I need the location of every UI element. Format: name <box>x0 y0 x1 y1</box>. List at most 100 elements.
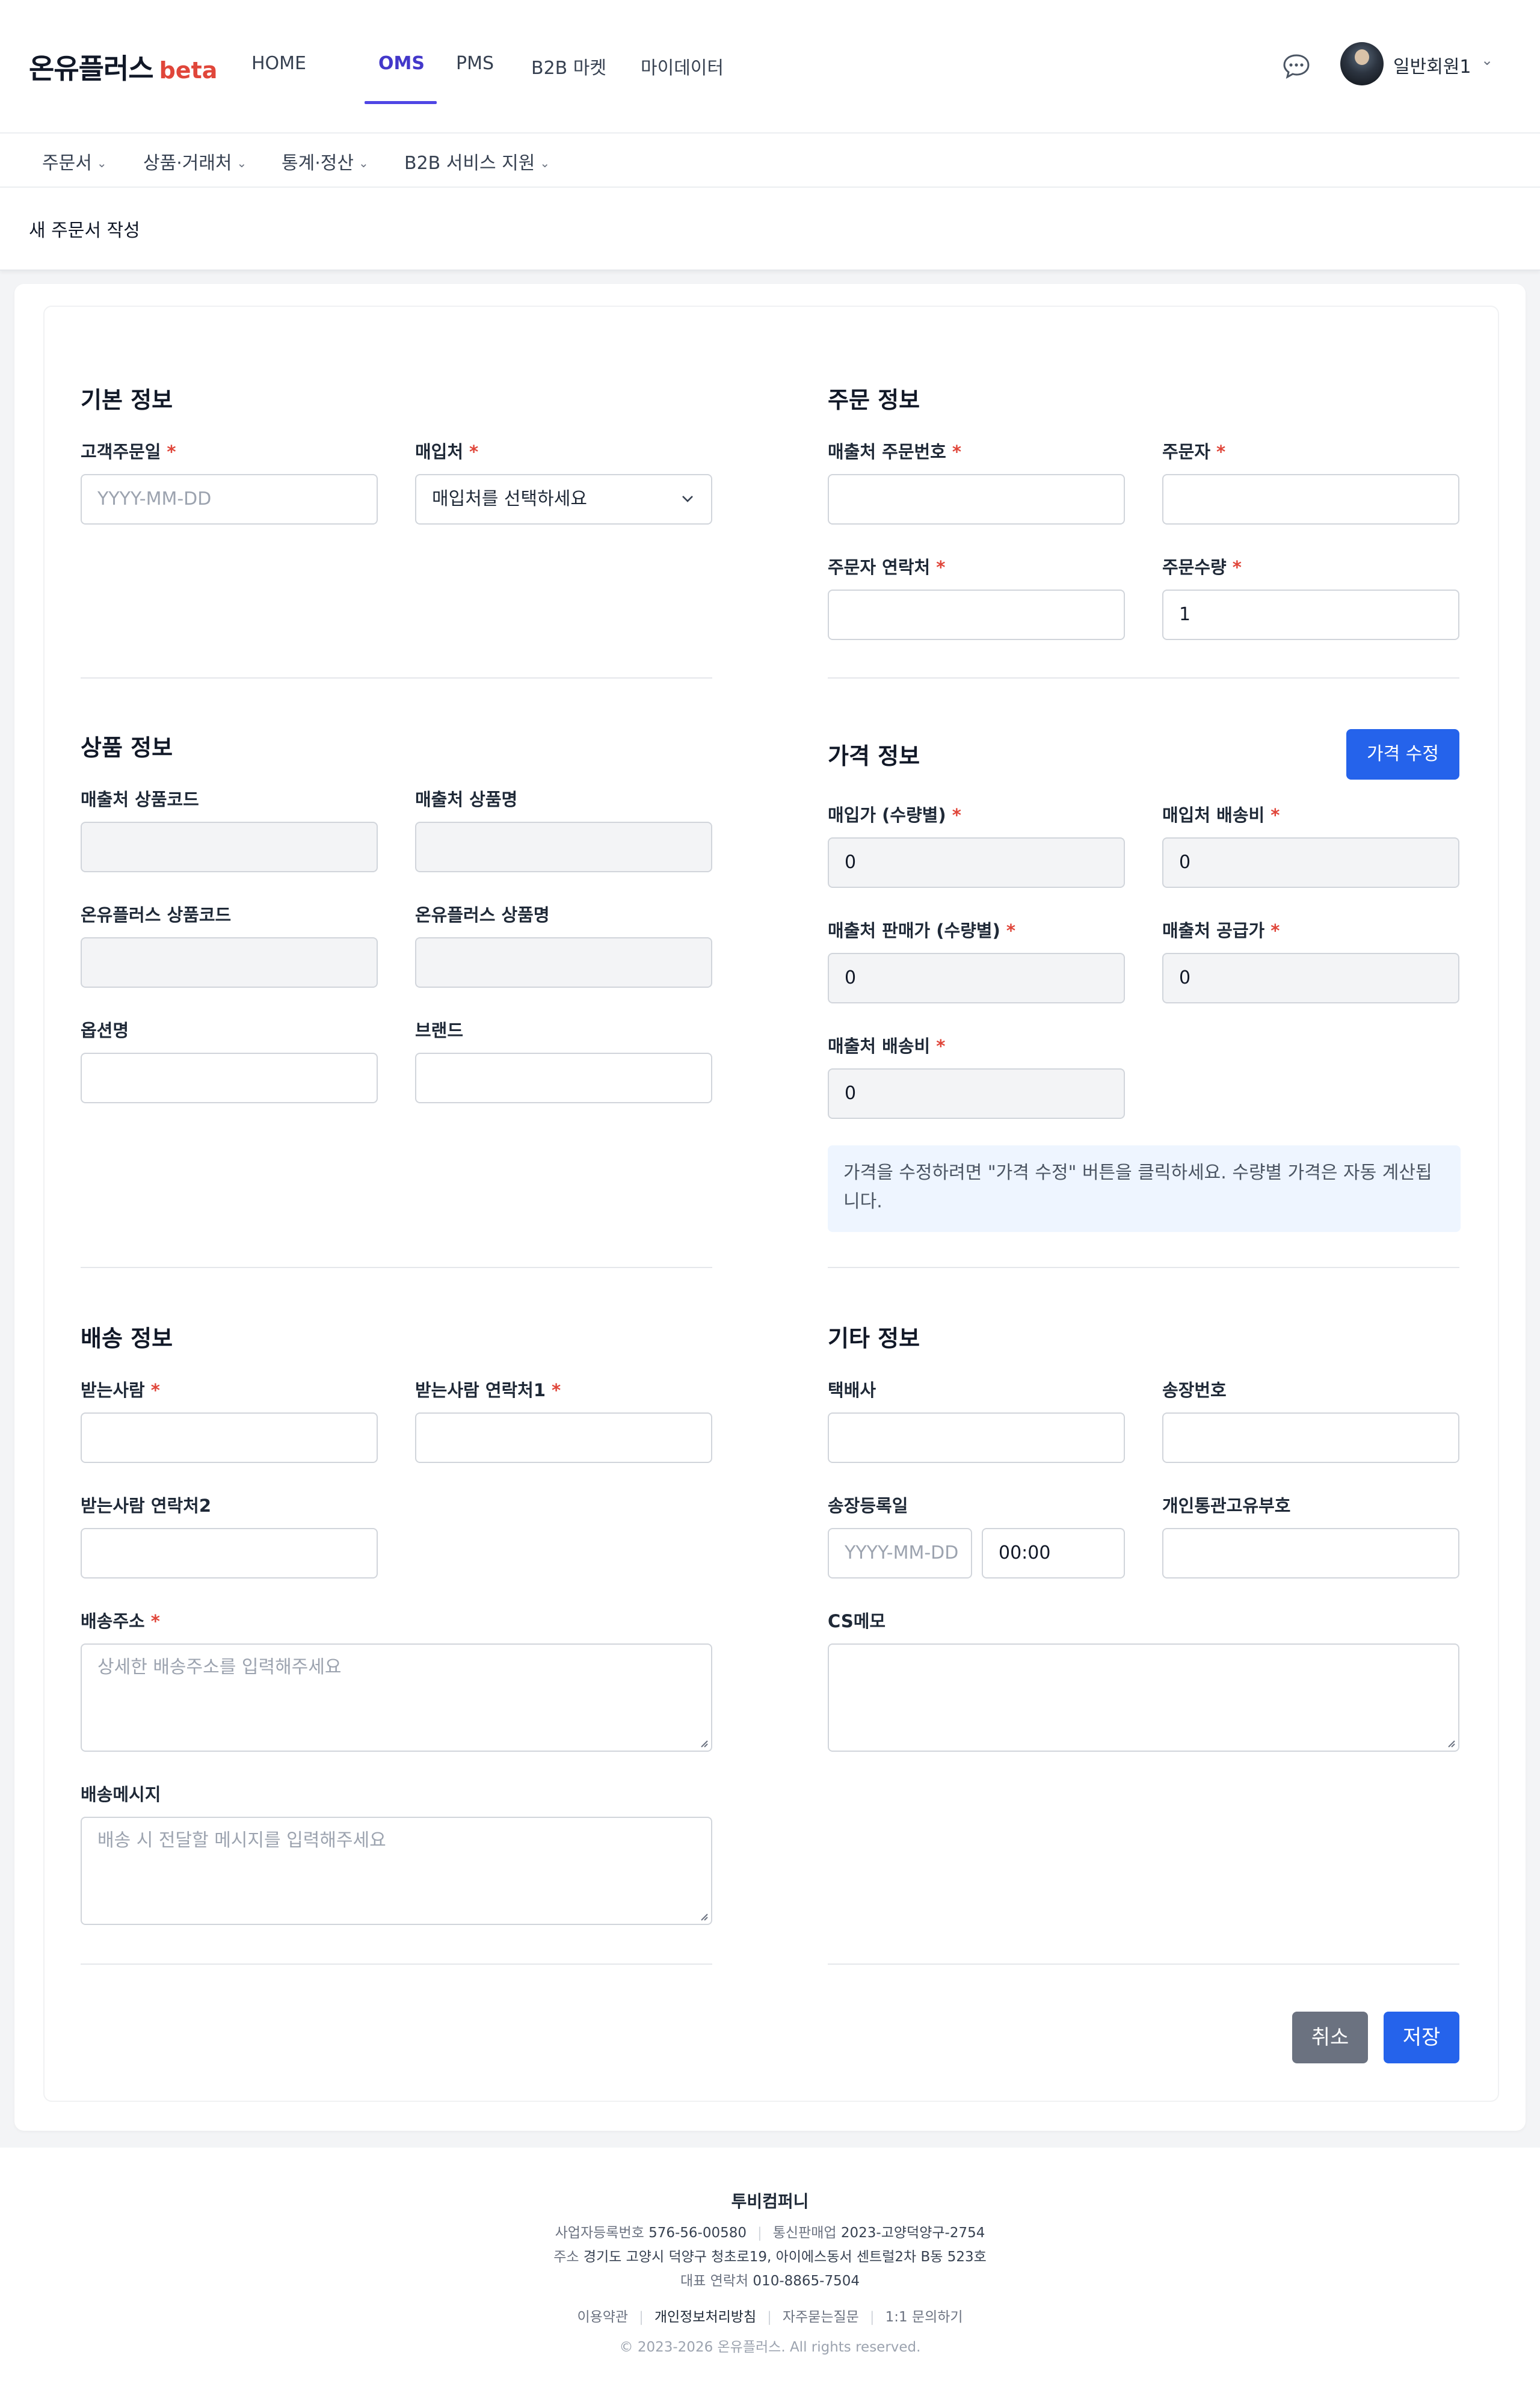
avatar[interactable] <box>1340 42 1384 85</box>
customs-code-input[interactable] <box>1162 1528 1459 1578</box>
purchase-price-input: 0 <box>828 837 1125 888</box>
divider <box>828 677 1459 679</box>
recipient-input[interactable] <box>81 1412 378 1463</box>
label-invoice-no: 송장번호 <box>1162 1380 1227 1400</box>
courier-input[interactable] <box>828 1412 1125 1463</box>
order-date-input[interactable]: YYYY-MM-DD <box>81 474 378 525</box>
order-qty-input[interactable]: 1 <box>1162 590 1459 640</box>
brand-input[interactable] <box>415 1053 712 1103</box>
footer: 투비컴퍼니 사업자등록번호 576-56-00580 | 통신판매업 2023-고양… <box>0 2148 1540 2387</box>
sales-price-input: 0 <box>828 953 1125 1003</box>
subnav-label: 상품·거래처 <box>143 153 232 174</box>
nav-oms[interactable]: OMS <box>378 53 425 74</box>
recipient-phone2-input[interactable] <box>81 1528 378 1578</box>
section-title-price: 가격 정보 <box>828 743 920 769</box>
option-name-input[interactable] <box>81 1053 378 1103</box>
cancel-button[interactable]: 취소 <box>1292 2012 1368 2063</box>
address-placeholder: 상세한 배송주소를 입력해주세요 <box>97 1657 342 1678</box>
footer-copyright: © 2023-2026 온유플러스. All rights reserved. <box>619 2339 921 2355</box>
divider <box>828 1267 1459 1268</box>
supplier-select-value: 매입처를 선택하세요 <box>432 488 587 510</box>
label-sales-supply: 매출처 공급가 * <box>1162 920 1280 941</box>
beta-badge: beta <box>159 57 218 84</box>
label-cs-memo: CS메모 <box>828 1611 886 1631</box>
label-supplier-shipping: 매입처 배송비 * <box>1162 805 1280 825</box>
label-onyu-product-name: 온유플러스 상품명 <box>415 905 550 925</box>
section-title-shipping: 배송 정보 <box>81 1325 173 1352</box>
chevron-down-icon <box>682 496 693 502</box>
footer-address: 주소 경기도 고양시 덕양구 청초로19, 아이에스동서 센트럴2차 B동 52… <box>553 2249 987 2265</box>
resize-grip-icon[interactable] <box>1445 1737 1456 1748</box>
recipient-phone1-input[interactable] <box>415 1412 712 1463</box>
label-onyu-product-code: 온유플러스 상품코드 <box>81 905 232 925</box>
subnav-orders[interactable]: 주문서 ⌄ <box>42 148 107 174</box>
label-delivery-message: 배송메시지 <box>81 1784 161 1805</box>
label-sales-order-no: 매출처 주문번호 * <box>828 442 962 462</box>
section-title-product: 상품 정보 <box>81 735 173 761</box>
nav-active-indicator <box>365 101 437 104</box>
label-orderer-phone: 주문자 연락처 * <box>828 557 946 578</box>
orderer-input[interactable] <box>1162 474 1459 525</box>
sales-supply-input: 0 <box>1162 953 1459 1003</box>
subnav-label: 주문서 <box>42 153 92 174</box>
sales-order-no-input[interactable] <box>828 474 1125 525</box>
divider <box>81 677 712 679</box>
supplier-select[interactable]: 매입처를 선택하세요 <box>415 474 712 525</box>
page-title: 새 주문서 작성 <box>29 220 140 241</box>
subnav-products-partners[interactable]: 상품·거래처 ⌄ <box>143 148 247 174</box>
nav-home[interactable]: HOME <box>251 53 306 74</box>
delivery-message-textarea[interactable]: 배송 시 전달할 메시지를 입력해주세요 <box>81 1817 712 1925</box>
sales-shipping-input: 0 <box>828 1068 1125 1119</box>
footer-link-privacy[interactable]: 개인정보처리방침 <box>654 2309 756 2325</box>
chevron-down-icon[interactable]: ⌄ <box>1481 52 1493 69</box>
label-recipient-phone2: 받는사람 연락처2 <box>81 1495 212 1516</box>
label-address: 배송주소 * <box>81 1611 160 1631</box>
chevron-down-icon: ⌄ <box>358 156 369 170</box>
subnav-b2b-support[interactable]: B2B 서비스 지원 ⌄ <box>404 148 550 174</box>
label-sales-product-name: 매출처 상품명 <box>415 789 518 810</box>
sales-product-name-input <box>415 822 712 872</box>
label-recipient: 받는사람 * <box>81 1380 160 1400</box>
invoice-no-input[interactable] <box>1162 1412 1459 1463</box>
page-title-bar: 새 주문서 작성 <box>0 188 1540 271</box>
chat-icon[interactable] <box>1282 53 1311 79</box>
orderer-phone-input[interactable] <box>828 590 1125 640</box>
resize-grip-icon[interactable] <box>698 1737 709 1748</box>
logo-text: 온유플러스 <box>29 52 154 85</box>
label-order-date: 고객주문일 * <box>81 442 176 462</box>
label-sales-shipping: 매출처 배송비 * <box>828 1036 946 1056</box>
nav-pms[interactable]: PMS <box>456 53 494 74</box>
footer-link-terms[interactable]: 이용약관 <box>577 2309 628 2325</box>
edit-price-button[interactable]: 가격 수정 <box>1346 729 1459 780</box>
nav-mydata[interactable]: 마이데이터 <box>641 53 724 79</box>
label-sales-product-code: 매출처 상품코드 <box>81 789 199 810</box>
subnav-label: B2B 서비스 지원 <box>404 153 535 174</box>
order-form-card: 기본 정보 고객주문일 * YYYY-MM-DD 매입처 * 매입처를 선택하세요 … <box>14 284 1526 2131</box>
footer-links: 이용약관 | 개인정보처리방침 | 자주묻는질문 | 1:1 문의하기 <box>577 2309 963 2325</box>
price-notice: 가격을 수정하려면 "가격 수정" 버튼을 클릭하세요. 수량별 가격은 자동 … <box>828 1145 1461 1232</box>
nav-b2b-market[interactable]: B2B 마켓 <box>531 53 606 79</box>
footer-link-inquiry[interactable]: 1:1 문의하기 <box>886 2309 963 2325</box>
footer-link-faq[interactable]: 자주묻는질문 <box>783 2309 859 2325</box>
invoice-date-input[interactable]: YYYY-MM-DD <box>828 1528 972 1578</box>
footer-phone: 대표 연락처 010-8865-7504 <box>680 2273 860 2289</box>
onyu-product-code-input <box>81 937 378 988</box>
resize-grip-icon[interactable] <box>698 1911 709 1921</box>
section-title-basic: 기본 정보 <box>81 387 173 413</box>
label-customs-code: 개인통관고유부호 <box>1162 1495 1291 1516</box>
divider <box>828 1964 1459 1965</box>
onyu-product-name-input <box>415 937 712 988</box>
chevron-down-icon: ⌄ <box>236 156 247 170</box>
label-sales-price: 매출처 판매가 (수량별) * <box>828 920 1015 941</box>
cs-memo-textarea[interactable] <box>828 1643 1459 1752</box>
invoice-time-input[interactable]: 00:00 <box>982 1528 1125 1578</box>
order-form: 기본 정보 고객주문일 * YYYY-MM-DD 매입처 * 매입처를 선택하세요 … <box>43 306 1499 2102</box>
save-button[interactable]: 저장 <box>1384 2012 1459 2063</box>
label-recipient-phone1: 받는사람 연락처1 * <box>415 1380 561 1400</box>
user-name[interactable]: 일반회원1 <box>1393 52 1471 78</box>
label-supplier: 매입처 * <box>415 442 479 462</box>
label-invoice-date: 송장등록일 <box>828 1495 908 1516</box>
address-textarea[interactable]: 상세한 배송주소를 입력해주세요 <box>81 1643 712 1752</box>
subnav-stats-settlement[interactable]: 통계·정산 ⌄ <box>282 148 369 174</box>
logo[interactable]: 온유플러스 beta <box>29 47 217 87</box>
